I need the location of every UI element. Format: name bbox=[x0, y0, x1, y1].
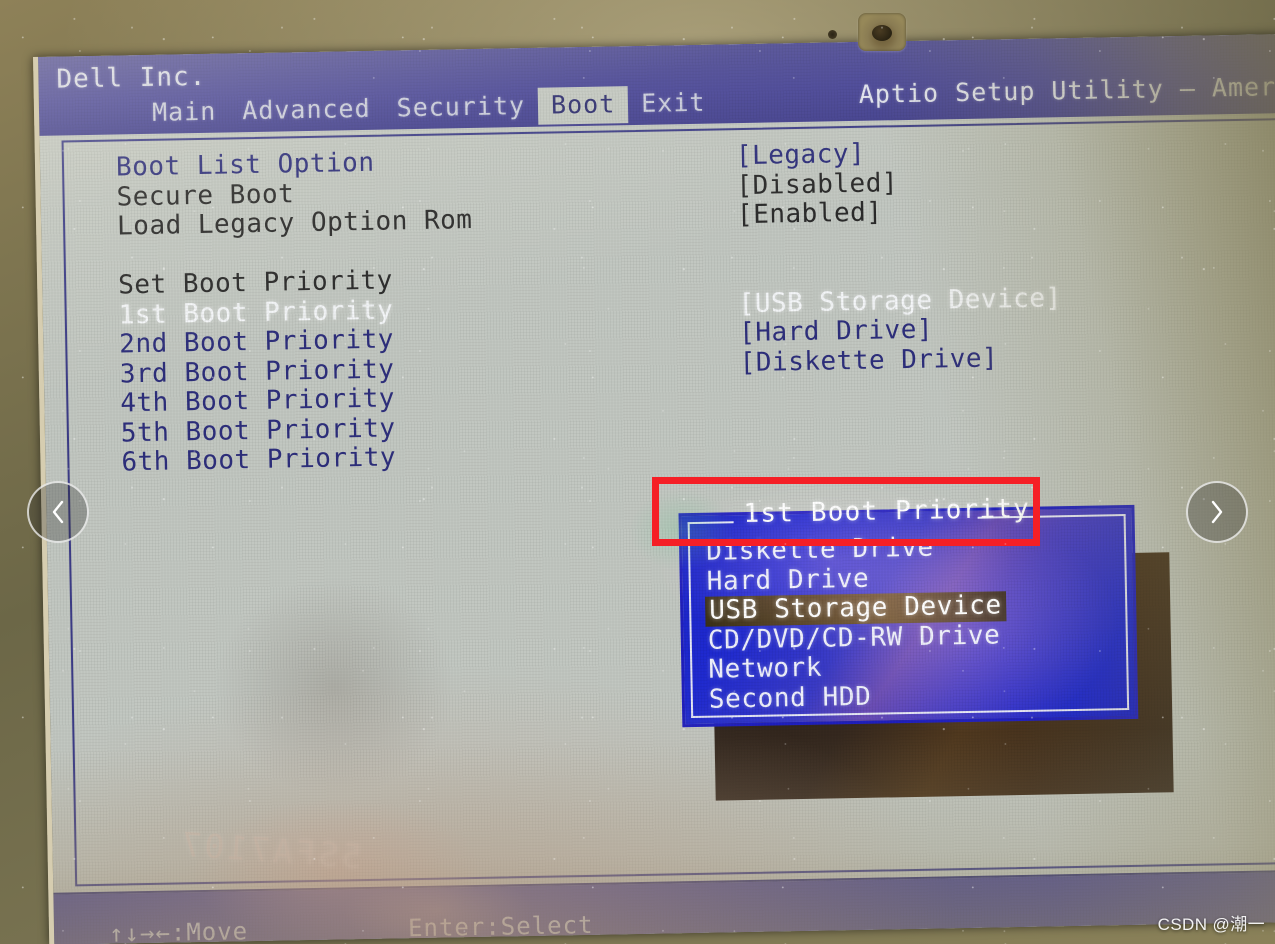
microphone-hole-icon bbox=[828, 30, 837, 39]
bios-body-panel: Boot List Option Secure Boot Load Legacy… bbox=[61, 118, 1275, 887]
tab-security[interactable]: Security bbox=[383, 88, 538, 128]
tab-advanced[interactable]: Advanced bbox=[229, 91, 384, 131]
value-1st-boot-priority[interactable]: [USB Storage Device] bbox=[738, 283, 1062, 319]
next-image-button[interactable] bbox=[1186, 481, 1248, 543]
chevron-right-icon bbox=[1211, 500, 1223, 524]
popup-option-cd-dvd-drive[interactable]: CD/DVD/CD-RW Drive bbox=[706, 620, 1003, 655]
bios-vendor-label: Dell Inc. bbox=[56, 61, 207, 95]
chevron-left-icon bbox=[52, 500, 64, 524]
laptop-photo: Dell Inc. Aptio Setup Utility – Amer Mai… bbox=[0, 0, 1275, 944]
popup-option-hard-drive[interactable]: Hard Drive bbox=[704, 563, 871, 596]
webcam-icon bbox=[858, 13, 906, 51]
settings-label-column: Boot List Option Secure Boot Load Legacy… bbox=[116, 147, 477, 478]
previous-image-button[interactable] bbox=[27, 481, 89, 543]
popup-title: 1st Boot Priority bbox=[743, 493, 1031, 530]
popup-option-diskette-drive[interactable]: Diskette Drive bbox=[704, 533, 936, 567]
bios-app-title: Aptio Setup Utility – Amer bbox=[858, 72, 1275, 109]
tab-boot[interactable]: Boot bbox=[537, 86, 629, 125]
key-hint-select: Enter:Select bbox=[407, 910, 594, 943]
value-3rd-boot-priority[interactable]: [Diskette Drive] bbox=[739, 343, 1063, 378]
bios-setup-screen: Dell Inc. Aptio Setup Utility – Amer Mai… bbox=[37, 33, 1275, 944]
footer-key-hints: ↑↓→←:Move Enter:Select bbox=[109, 911, 594, 944]
laptop-screen: Dell Inc. Aptio Setup Utility – Amer Mai… bbox=[33, 33, 1275, 944]
bios-tab-strip: Main Advanced Security Boot Exit bbox=[139, 84, 719, 132]
tab-exit[interactable]: Exit bbox=[628, 84, 719, 123]
key-hint-move: ↑↓→←:Move bbox=[108, 917, 249, 944]
popup-option-network[interactable]: Network bbox=[706, 653, 824, 685]
popup-option-second-hdd[interactable]: Second HDD bbox=[707, 681, 874, 714]
site-watermark: CSDN @潮一 bbox=[1157, 915, 1265, 934]
bios-header-bar: Dell Inc. Aptio Setup Utility – Amer Mai… bbox=[37, 33, 1275, 136]
setting-row-6th-boot-priority[interactable]: 6th Boot Priority bbox=[121, 442, 477, 478]
popup-option-list: Diskette Drive Hard Drive USB Storage De… bbox=[704, 530, 1123, 715]
boot-priority-popup: 1st Boot Priority Diskette Drive Hard Dr… bbox=[678, 494, 1139, 728]
settings-value-column: [Legacy] [Disabled] [Enabled] [USB Stora… bbox=[736, 136, 1063, 378]
tab-main[interactable]: Main bbox=[139, 93, 230, 132]
